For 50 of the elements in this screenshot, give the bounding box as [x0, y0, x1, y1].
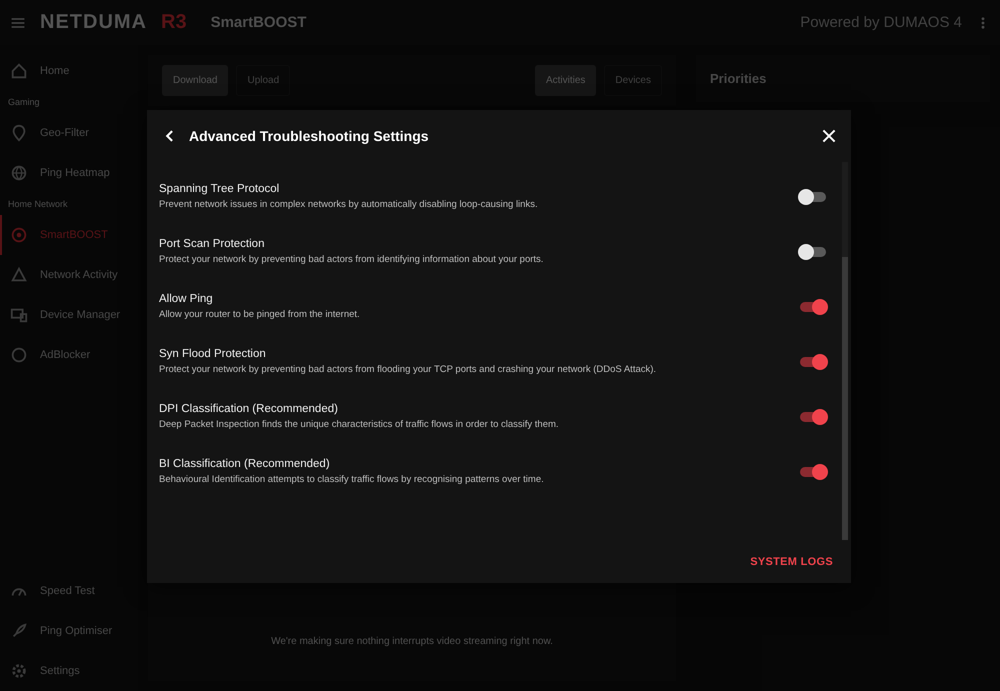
sidebar-item[interactable]: SmartBOOST — [0, 215, 138, 255]
empty-message: We're making sure nothing interrupts video streaming right now. — [271, 636, 553, 647]
close-button[interactable] — [821, 128, 837, 144]
settings-icon — [10, 662, 28, 680]
setting-description: Behavioural Identification attempts to classify traffic flows by recognising patterns over time. — [159, 474, 545, 485]
setting-title: DPI Classification (Recommended) — [159, 403, 339, 415]
toggle-switch[interactable] — [798, 186, 828, 206]
setting-description: Protect your network by preventing bad actors from flooding your TCP ports and crashing your network (DDoS Attack). — [159, 364, 658, 375]
setting-description: Deep Packet Inspection finds the unique characteristics of traffic flows in order to classify them. — [159, 419, 560, 430]
toggle-switch[interactable] — [798, 352, 828, 372]
sidebar-item[interactable]: Ping Heatmap — [0, 153, 138, 193]
dialog-title: Advanced Troubleshooting Settings — [189, 128, 430, 144]
system-logs-button[interactable]: SYSTEM LOGS — [744, 555, 839, 569]
setting-title: Port Scan Protection — [159, 238, 266, 250]
circle-icon — [10, 346, 28, 364]
tab[interactable]: Devices — [604, 65, 662, 96]
toggle-switch[interactable] — [798, 296, 828, 316]
setting-description: Prevent network issues in complex networks by automatically disabling loop-causing links. — [159, 199, 539, 210]
target-icon — [10, 226, 28, 244]
tab[interactable]: Upload — [236, 65, 290, 96]
sidebar-item[interactable]: Speed Test — [0, 571, 138, 611]
scrollbar[interactable] — [842, 162, 848, 540]
sidebar-item[interactable]: Home — [0, 51, 138, 91]
powered-by-text: Powered by DUMAOS 4 — [800, 14, 962, 31]
sidebar-item[interactable]: Device Manager — [0, 295, 138, 335]
sidebar-item[interactable]: Geo-Filter — [0, 113, 138, 153]
setting-description: Allow your router to be pinged from the internet. — [159, 309, 361, 320]
setting-title: BI Classification (Recommended) — [159, 458, 331, 470]
toggle-switch[interactable] — [798, 406, 828, 426]
close-icon — [821, 128, 837, 144]
page-title: SmartBOOST — [210, 14, 306, 31]
location-pin-icon — [10, 124, 28, 142]
toggle-switch[interactable] — [798, 462, 828, 482]
toggle-switch[interactable] — [798, 242, 828, 262]
setting-description: Protect your network by preventing bad actors from identifying information about your ports. — [159, 254, 544, 265]
sidebar-item[interactable]: Settings — [0, 651, 138, 691]
sidebar-item[interactable]: Network Activity — [0, 255, 138, 295]
brand-model: R3 — [161, 11, 187, 34]
triangle-icon — [10, 266, 28, 284]
brand-name: NETDUMA — [40, 11, 147, 34]
globe-icon — [10, 164, 28, 182]
devices-icon — [10, 306, 28, 324]
home-icon — [10, 62, 28, 80]
setting-title: Allow Ping — [159, 293, 214, 305]
setting-title: Spanning Tree Protocol — [159, 183, 280, 195]
section-heading: Home Network — [7, 198, 69, 211]
setting-title: Syn Flood Protection — [159, 348, 267, 360]
sidebar-item[interactable]: Ping Optimiser — [0, 611, 138, 651]
section-heading: Gaming — [7, 96, 41, 109]
sidebar-item[interactable]: AdBlocker — [0, 335, 138, 375]
